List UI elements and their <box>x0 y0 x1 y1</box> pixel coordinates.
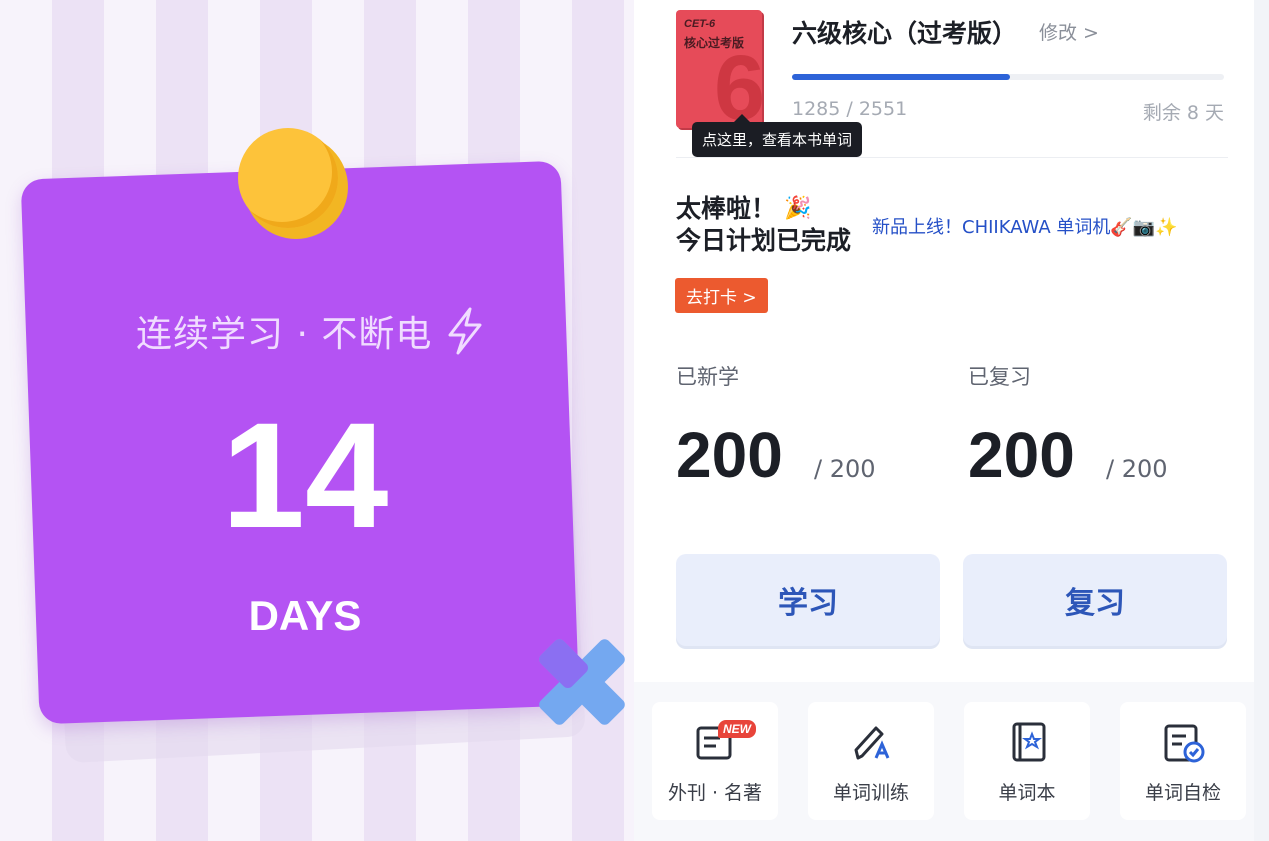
checklist-icon <box>1164 724 1205 763</box>
pin-icon <box>238 128 338 228</box>
reviewed-total: / 200 <box>1106 455 1168 483</box>
cross-decoration-icon <box>539 639 625 725</box>
streak-days-unit: DAYS <box>248 592 362 639</box>
study-button[interactable]: 学习 <box>676 554 940 646</box>
party-popper-icon: 🎉 <box>784 196 812 221</box>
review-button[interactable]: 复习 <box>963 554 1227 646</box>
learned-total: / 200 <box>814 455 876 483</box>
edit-book-button[interactable]: 修改 > <box>1039 18 1099 45</box>
book-progress-bar <box>792 74 1224 80</box>
book-cover[interactable]: 6 CET-6 核心过考版 <box>676 10 762 128</box>
book-cover-title: 核心过考版 <box>684 36 745 50</box>
tool-reading[interactable]: NEW 外刊 · 名著 <box>652 702 778 820</box>
new-badge: NEW <box>718 720 756 738</box>
book-tooltip[interactable]: 点这里，查看本书单词 <box>692 114 863 157</box>
streak-label: 连续学习 · 不断电 <box>136 305 496 357</box>
reviewed-value: 200 <box>968 419 1075 491</box>
divider <box>676 157 1228 158</box>
days-remaining: 剩余 8 天 <box>1142 102 1224 124</box>
tool-training[interactable]: 单词训练 <box>808 702 934 820</box>
learned-value: 200 <box>676 419 783 491</box>
tool-selfcheck[interactable]: 单词自检 <box>1120 702 1246 820</box>
book-cover-tag: CET-6 <box>684 18 716 30</box>
completion-subtitle: 今日计划已完成 <box>676 226 852 255</box>
book-progress-count: 1285 / 2551 <box>792 98 908 120</box>
completion-title: 太棒啦！ <box>676 194 777 223</box>
pen-letter-icon <box>854 726 890 760</box>
streak-panel: 连续学习 · 不断电 14 DAYS <box>0 0 634 841</box>
book-progress-fill <box>792 74 1010 80</box>
tool-reading-label: 外刊 · 名著 <box>667 782 763 804</box>
book-name: 六级核心（过考版） <box>792 19 1018 48</box>
tool-training-label: 单词训练 <box>832 782 909 804</box>
tool-wordbook-label: 单词本 <box>998 782 1056 804</box>
promo-banner-link[interactable]: 新品上线！CHIIKAWA 单词机🎸📷✨ <box>872 213 1178 239</box>
streak-days-number: 14 <box>221 391 389 559</box>
wordbook-star-icon <box>1012 722 1046 762</box>
lightning-icon <box>448 307 482 355</box>
streak-label-text: 连续学习 · 不断电 <box>136 314 433 355</box>
plan-panel: 6 CET-6 核心过考版 点这里，查看本书单词 六级核心（过考版） 修改 > … <box>634 0 1254 841</box>
learned-label: 已新学 <box>676 365 739 389</box>
reviewed-label: 已复习 <box>968 365 1031 389</box>
checkin-button[interactable]: 去打卡 > <box>675 278 768 313</box>
tool-wordbook[interactable]: 单词本 <box>964 702 1090 820</box>
tool-selfcheck-label: 单词自检 <box>1144 782 1221 804</box>
right-edge <box>1254 0 1269 841</box>
